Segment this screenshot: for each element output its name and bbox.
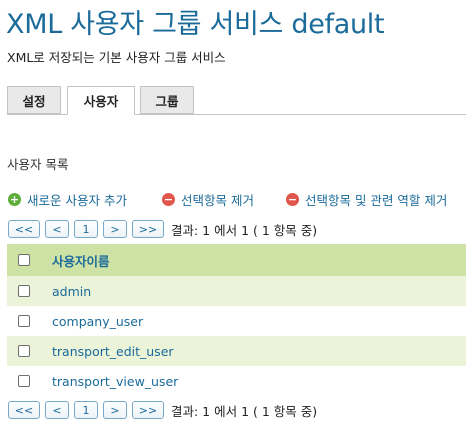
pager-bottom: << < 1 > >> 결과: 1 에서 1 ( 1 항목 중) [8,400,317,420]
username-link[interactable]: transport_view_user [52,374,178,389]
row-checkbox[interactable] [18,375,30,387]
add-icon: + [8,193,21,206]
page-number-button[interactable]: 1 [74,220,98,238]
first-page-button[interactable]: << [8,220,40,238]
row-checkbox[interactable] [18,285,30,297]
last-page-button[interactable]: >> [132,401,164,419]
tab-users[interactable]: 사용자 [67,86,135,115]
add-user-link[interactable]: + 새로운 사용자 추가 [8,190,127,209]
remove-icon: − [162,193,175,206]
remove-selected-link[interactable]: − 선택항목 제거 [162,190,254,209]
username-link[interactable]: company_user [52,314,143,329]
pager-top: << < 1 > >> 결과: 1 에서 1 ( 1 항목 중) [8,219,317,239]
username-column-header: 사용자이름 [52,253,110,269]
remove-selected-label: 선택항목 제거 [181,193,254,208]
page-title: XML 사용자 그룹 서비스 default [6,9,385,40]
prev-page-button[interactable]: < [45,401,69,419]
table-row: transport_view_user [7,366,466,396]
next-page-button[interactable]: > [103,401,127,419]
first-page-button[interactable]: << [8,401,40,419]
user-list-heading: 사용자 목록 [7,157,69,172]
table-row: transport_edit_user [7,336,466,366]
users-table: 사용자이름 admin company_user transport_edit_… [7,244,466,396]
page-subtitle: XML로 저장되는 기본 사용자 그룹 서비스 [7,50,226,65]
tab-groups[interactable]: 그룹 [140,86,194,114]
remove-icon: − [286,193,299,206]
row-checkbox[interactable] [18,345,30,357]
username-link[interactable]: transport_edit_user [52,344,174,359]
tab-bar: 설정 사용자 그룹 [7,86,466,116]
add-user-label: 새로운 사용자 추가 [27,193,127,208]
table-header-row: 사용자이름 [7,244,466,276]
prev-page-button[interactable]: < [45,220,69,238]
pager-info: 결과: 1 에서 1 ( 1 항목 중) [171,222,318,238]
row-checkbox[interactable] [18,315,30,327]
table-row: company_user [7,306,466,336]
page-number-button[interactable]: 1 [74,401,98,419]
next-page-button[interactable]: > [103,220,127,238]
username-link[interactable]: admin [52,284,91,299]
table-row: admin [7,276,466,306]
page: XML 사용자 그룹 서비스 default XML로 저장되는 기본 사용자 … [0,0,466,424]
last-page-button[interactable]: >> [132,220,164,238]
remove-selected-roles-link[interactable]: − 선택항목 및 관련 역할 제거 [286,190,447,209]
select-all-checkbox[interactable] [18,254,30,266]
tab-settings[interactable]: 설정 [7,86,61,114]
remove-selected-roles-label: 선택항목 및 관련 역할 제거 [305,193,448,208]
pager-info: 결과: 1 에서 1 ( 1 항목 중) [171,403,318,419]
